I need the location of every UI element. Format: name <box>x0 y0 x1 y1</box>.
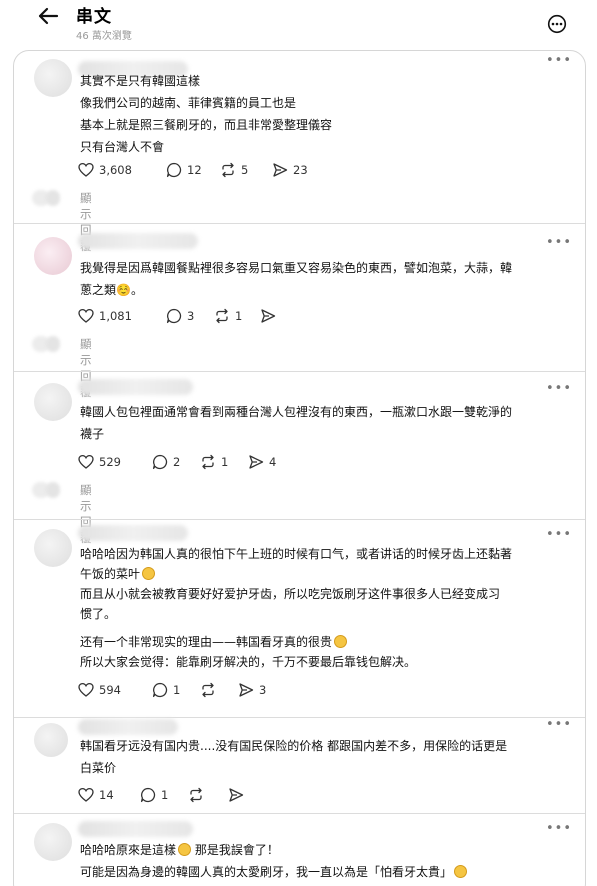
reply-post: ••• 韩国看牙远没有国内贵....没有国民保险的价格 都跟国内差不多，用保险的… <box>14 717 585 817</box>
username-blurred <box>78 233 198 249</box>
send-icon <box>249 455 264 469</box>
heart-icon <box>78 454 94 469</box>
repost-count: 1 <box>235 309 243 323</box>
reply-avatar <box>46 482 60 498</box>
like-count: 529 <box>99 455 121 469</box>
comment-count: 3 <box>187 309 195 323</box>
reply-post: ••• 其實不是只有韓國這樣 像我們公司的越南、菲律賓籍的員工也是 基本上就是照… <box>14 51 585 253</box>
share-button[interactable]: 3 <box>238 680 266 700</box>
send-icon <box>261 309 276 323</box>
repost-count: 5 <box>241 163 249 177</box>
like-count: 3,608 <box>99 163 132 177</box>
top-bar: 串文 46 萬次瀏覽 <box>0 0 597 48</box>
reply-avatar <box>46 190 60 206</box>
post-text: 哈哈哈因为韩国人真的很怕下午上班的时候有口气，或者讲话的时候牙齿上还黏著 午饭的… <box>80 547 513 669</box>
comment-icon <box>166 162 182 178</box>
repost-icon <box>202 454 214 470</box>
heart-icon <box>78 682 94 697</box>
post-more-icon[interactable]: ••• <box>546 381 572 396</box>
repost-button[interactable] <box>200 680 221 700</box>
view-count: 46 萬次瀏覽 <box>76 31 132 42</box>
repost-icon <box>190 787 202 803</box>
username-blurred <box>78 821 193 837</box>
heart-icon <box>78 162 94 177</box>
reply-post: ••• 我覺得是因爲韓國餐點裡很多容易口氣重又容易染色的東西，譬如泡菜，大蒜，韓… <box>14 223 585 399</box>
comment-icon <box>152 454 168 470</box>
post-text: 韓國人包包裡面通常會看到兩種台灣人包裡沒有的東西，一瓶漱口水跟一雙乾淨的 襪子 <box>80 405 513 441</box>
repost-icon <box>222 162 234 178</box>
reply-avatar <box>46 336 60 352</box>
post-more-icon[interactable]: ••• <box>546 527 572 542</box>
username-blurred <box>78 719 178 735</box>
repost-button[interactable]: 1 <box>200 452 228 472</box>
repost-icon <box>202 682 214 698</box>
comment-icon <box>166 308 182 324</box>
avatar[interactable] <box>34 723 68 757</box>
username-blurred <box>78 379 193 395</box>
post-more-icon[interactable]: ••• <box>546 717 572 732</box>
repost-button[interactable] <box>188 785 209 805</box>
avatar[interactable] <box>34 529 72 567</box>
username-blurred <box>78 525 188 541</box>
reply-post: ••• 韓國人包包裡面通常會看到兩種台灣人包裡沒有的東西，一瓶漱口水跟一雙乾淨的… <box>14 371 585 545</box>
avatar[interactable] <box>34 823 72 861</box>
avatar[interactable] <box>34 237 72 275</box>
post-more-icon[interactable]: ••• <box>546 821 572 836</box>
comment-button[interactable]: 2 <box>152 452 180 472</box>
comment-button[interactable]: 1 <box>152 680 180 700</box>
page-title: 串文 <box>76 7 112 27</box>
comment-count: 12 <box>187 163 202 177</box>
share-button[interactable]: 4 <box>248 452 276 472</box>
post-more-icon[interactable]: ••• <box>546 235 572 250</box>
heart-icon <box>78 787 94 802</box>
post-text: 哈哈哈原來是這樣 那是我誤會了！ 可能是因為身邊的韓國人真的太愛刷牙，我一直以為… <box>80 839 564 883</box>
post-text: 我覺得是因爲韓國餐點裡很多容易口氣重又容易染色的東西，譬如泡菜，大蒜，韓 蔥之類… <box>80 261 513 297</box>
repost-button[interactable]: 1 <box>214 306 242 326</box>
send-icon <box>239 683 254 697</box>
reply-post: ••• 哈哈哈原來是這樣 那是我誤會了！ 可能是因為身邊的韓國人真的太愛刷牙，我… <box>14 813 585 886</box>
repost-button[interactable]: 5 <box>220 160 248 180</box>
avatar[interactable] <box>34 59 72 97</box>
tongue-emoji-icon <box>142 567 156 580</box>
repost-count: 1 <box>221 455 229 469</box>
like-count: 1,081 <box>99 309 132 323</box>
comment-icon <box>152 682 168 698</box>
post-more-icon[interactable]: ••• <box>546 53 572 68</box>
like-button[interactable]: 1,081 <box>78 306 132 326</box>
avatar[interactable] <box>34 383 72 421</box>
back-arrow-icon[interactable] <box>37 5 59 27</box>
share-button[interactable] <box>260 306 281 326</box>
repost-icon <box>216 308 228 324</box>
like-button[interactable]: 529 <box>78 452 121 472</box>
share-count: 4 <box>269 455 277 469</box>
comment-button[interactable]: 12 <box>166 160 202 180</box>
send-icon <box>273 163 288 177</box>
send-icon <box>229 788 244 802</box>
heart-icon <box>78 308 94 323</box>
like-count: 14 <box>99 788 114 802</box>
like-button[interactable]: 3,608 <box>78 160 132 180</box>
comment-button[interactable]: 3 <box>166 306 194 326</box>
comment-icon <box>140 787 156 803</box>
share-count: 3 <box>259 683 267 697</box>
laughing-emoji-icon <box>178 843 192 856</box>
share-count: 23 <box>293 163 308 177</box>
comment-count: 1 <box>173 683 181 697</box>
comment-count: 1 <box>161 788 169 802</box>
like-button[interactable]: 594 <box>78 680 121 700</box>
share-button[interactable]: 23 <box>272 160 308 180</box>
thread-card: ••• 其實不是只有韓國這樣 像我們公司的越南、菲律賓籍的員工也是 基本上就是照… <box>13 50 586 886</box>
like-button[interactable]: 14 <box>78 785 114 805</box>
post-text: 韩国看牙远没有国内贵....没有国民保险的价格 都跟国内差不多，用保险的话更是 … <box>80 739 508 775</box>
post-text: 其實不是只有韓國這樣 像我們公司的越南、菲律賓籍的員工也是 基本上就是照三餐刷牙… <box>80 74 333 154</box>
comment-count: 2 <box>173 455 181 469</box>
share-button[interactable] <box>228 785 249 805</box>
laughing-emoji-icon <box>334 635 348 648</box>
like-count: 594 <box>99 683 121 697</box>
laughing-emoji-icon <box>454 865 468 878</box>
more-options-icon[interactable] <box>547 14 567 34</box>
comment-button[interactable]: 1 <box>140 785 168 805</box>
